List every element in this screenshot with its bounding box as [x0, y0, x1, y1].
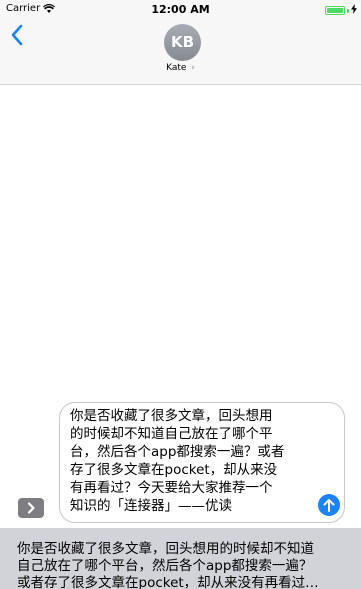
contact-name: Kate: [166, 63, 187, 73]
contact-avatar[interactable]: KB: [164, 24, 201, 61]
bolt-icon: [351, 4, 357, 17]
text-preview: 你是否收藏了很多文章，回头想用的时候却不知道 自己放在了哪个平台，然后各个app…: [17, 541, 319, 589]
chevron-left-icon: [11, 24, 23, 46]
status-bar: Carrier 12:00 AM: [0, 0, 361, 20]
text-preview-strip[interactable]: 你是否收藏了很多文章，回头想用的时候却不知道 自己放在了哪个平台，然后各个app…: [0, 528, 361, 589]
battery-icon: [325, 6, 345, 15]
battery-indicator: [325, 4, 357, 17]
battery-tip: [347, 8, 349, 13]
status-time: 12:00 AM: [151, 3, 210, 16]
back-button[interactable]: [10, 24, 30, 48]
contact-chevron-icon: ›: [191, 63, 195, 73]
conversation-header: Carrier 12:00 AM KB Kate ›: [0, 0, 361, 85]
message-input-text[interactable]: 你是否收藏了很多文章，回头想用 的时候却不知道自己放在了哪个平 台，然后各个ap…: [70, 407, 296, 515]
chevron-right-icon: [27, 502, 35, 514]
messages-screen: Carrier 12:00 AM KB Kate › 你是否收藏了很多文章，回头…: [0, 0, 361, 589]
send-button[interactable]: [318, 494, 340, 516]
message-input[interactable]: 你是否收藏了很多文章，回头想用 的时候却不知道自己放在了哪个平 台，然后各个ap…: [59, 402, 345, 523]
arrow-up-icon: [323, 499, 335, 512]
battery-level: [327, 8, 343, 13]
message-list: [0, 85, 361, 400]
contact-name-button[interactable]: Kate ›: [0, 63, 361, 73]
apps-drawer-button[interactable]: [18, 498, 44, 518]
